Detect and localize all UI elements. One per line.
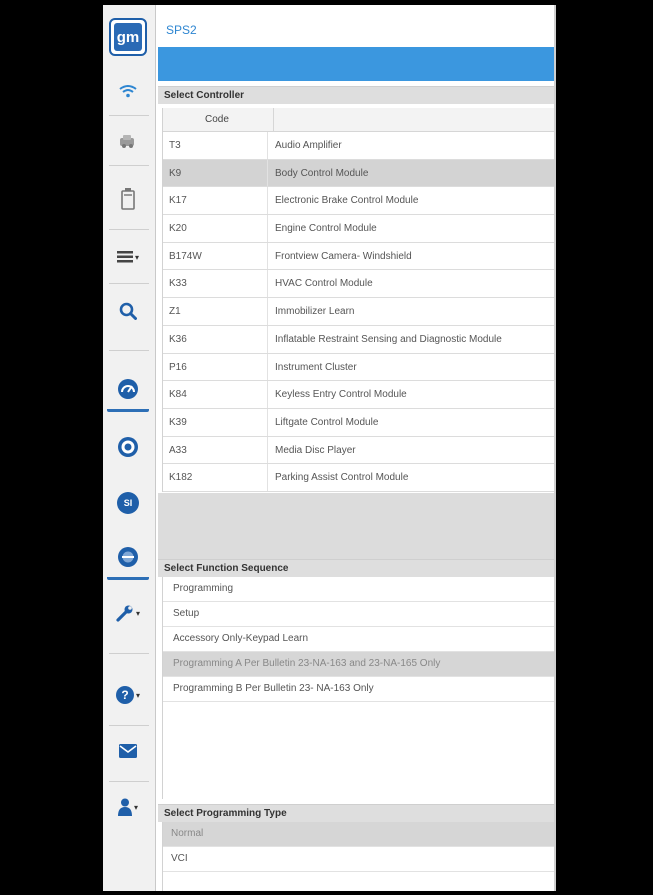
controller-name-cell: Parking Assist Control Module [275, 472, 409, 484]
chevron-down-icon: ▾ [133, 802, 138, 812]
controller-name-cell: Frontview Camera- Windshield [275, 250, 412, 262]
sidebar: gm ▾ SI ▾ ? ▾ ▾ [103, 5, 156, 891]
table-row[interactable]: K9 Body Control Module [163, 159, 556, 188]
controller-code-cell: Z1 [169, 306, 181, 318]
app-title: SPS2 [166, 23, 197, 37]
dashboard-button[interactable] [107, 369, 149, 412]
eye-icon [118, 437, 138, 457]
table-row[interactable]: P16 Instrument Cluster [163, 353, 556, 382]
chevron-down-icon: ▾ [134, 252, 139, 262]
controller-name-cell: Electronic Brake Control Module [275, 195, 419, 207]
help-button[interactable]: ? ▾ [107, 675, 149, 715]
list-item[interactable]: Programming B Per Bulletin 23- NA-163 On… [163, 677, 556, 702]
vehicle-icon [120, 135, 134, 148]
controller-name-cell: Body Control Module [275, 167, 369, 179]
table-row[interactable]: K36 Inflatable Restraint Sensing and Diag… [163, 325, 556, 354]
search-icon [119, 302, 137, 320]
function-sequence-list: Programming Setup Accessory Only-Keypad Le… [162, 577, 556, 799]
controller-name-cell: Media Disc Player [275, 444, 356, 456]
module-programming-button[interactable] [107, 537, 149, 580]
gm-logo[interactable]: gm [107, 17, 149, 57]
controller-code-cell: P16 [169, 361, 187, 373]
list-item[interactable]: Normal [163, 822, 556, 847]
mail-icon [119, 744, 137, 758]
list-item[interactable]: Accessory Only-Keypad Learn [163, 627, 556, 652]
header-bar [158, 47, 556, 81]
table-row[interactable]: Z1 Immobilizer Learn [163, 298, 556, 326]
table-row[interactable]: B174W Frontview Camera- Windshield [163, 242, 556, 271]
vehicle-button[interactable] [107, 121, 149, 161]
gm-logo-text: gm [114, 23, 142, 51]
controller-code-cell: K20 [169, 223, 187, 235]
search-button[interactable] [107, 291, 149, 331]
table-row[interactable]: K33 HVAC Control Module [163, 270, 556, 299]
controller-code-cell: K182 [169, 472, 193, 484]
table-row[interactable]: T3 Audio Amplifier [163, 132, 556, 160]
controller-code-cell: K36 [169, 333, 187, 345]
controller-code-cell: A33 [169, 444, 187, 456]
list-item[interactable]: Setup [163, 602, 556, 627]
controller-table: Code T3 Audio Amplifier K9 Body Control Mod… [162, 108, 556, 492]
controller-name-cell: Immobilizer Learn [275, 306, 355, 318]
list-item[interactable]: Programming [163, 577, 556, 602]
controller-name-cell: Instrument Cluster [275, 361, 357, 373]
controller-code-cell: K33 [169, 278, 187, 290]
table-row[interactable]: K39 Liftgate Control Module [163, 408, 556, 437]
app-window: gm ▾ SI ▾ ? ▾ ▾ SPS2 Select Controller C… [103, 5, 556, 891]
sid-icon: SI [117, 492, 139, 514]
wifi-icon [119, 85, 137, 98]
controller-name-cell: Inflatable Restraint Sensing and Diagnos… [275, 333, 502, 345]
table-row[interactable]: K20 Engine Control Module [163, 215, 556, 243]
select-programming-type-heading: Select Programming Type [158, 804, 556, 822]
controller-table-header: Code [163, 108, 556, 132]
list-item[interactable]: Programming A Per Bulletin 23-NA-163 and… [163, 652, 556, 677]
help-icon: ? [115, 686, 134, 704]
wrench-button[interactable]: ▾ [107, 593, 149, 633]
controller-code-cell: B174W [169, 250, 202, 262]
chevron-down-icon: ▾ [135, 608, 140, 618]
controller-name-cell: Keyless Entry Control Module [275, 389, 407, 401]
table-row[interactable]: K17 Electronic Brake Control Module [163, 187, 556, 216]
select-controller-heading: Select Controller [158, 86, 556, 104]
vertical-scrollbar[interactable] [554, 5, 556, 891]
controller-name-cell: Engine Control Module [275, 223, 377, 235]
wrench-icon [116, 605, 133, 622]
user-icon [117, 798, 132, 816]
main-panel: SPS2 Select Controller Code T3 Audio Ampl… [158, 5, 556, 891]
controller-empty-area [158, 493, 556, 560]
gm-logo-badge: gm [109, 18, 147, 56]
wifi-button[interactable] [107, 71, 149, 111]
battery-icon [121, 188, 135, 210]
select-function-sequence-heading: Select Function Sequence [158, 559, 556, 577]
table-row[interactable]: K182 Parking Assist Control Module [163, 464, 556, 492]
table-row[interactable]: A33 Media Disc Player [163, 436, 556, 465]
chevron-down-icon: ▾ [135, 690, 140, 700]
user-button[interactable]: ▾ [107, 787, 149, 827]
controller-name-cell: Liftgate Control Module [275, 416, 379, 428]
code-column-header[interactable]: Code [205, 114, 229, 125]
si-button[interactable]: SI [107, 483, 149, 523]
battery-button[interactable] [107, 179, 149, 219]
controller-name-cell: Audio Amplifier [275, 140, 342, 151]
eye-button[interactable] [107, 427, 149, 467]
controller-name-cell: HVAC Control Module [275, 278, 373, 290]
table-row[interactable]: K84 Keyless Entry Control Module [163, 381, 556, 409]
list-menu-button[interactable]: ▾ [107, 237, 149, 277]
list-item[interactable]: VCI [163, 847, 556, 872]
controller-code-cell: K39 [169, 416, 187, 428]
module-programming-icon [118, 547, 138, 567]
mail-button[interactable] [107, 731, 149, 771]
dashboard-gauge-icon [118, 379, 138, 399]
controller-code-cell: K9 [169, 167, 182, 179]
controller-rows: T3 Audio Amplifier K9 Body Control Module K1… [163, 132, 556, 492]
programming-type-list: Normal VCI [162, 822, 556, 891]
list-menu-icon [116, 251, 133, 263]
controller-code-cell: T3 [169, 140, 181, 151]
controller-code-cell: K84 [169, 389, 187, 401]
controller-code-cell: K17 [169, 195, 187, 207]
